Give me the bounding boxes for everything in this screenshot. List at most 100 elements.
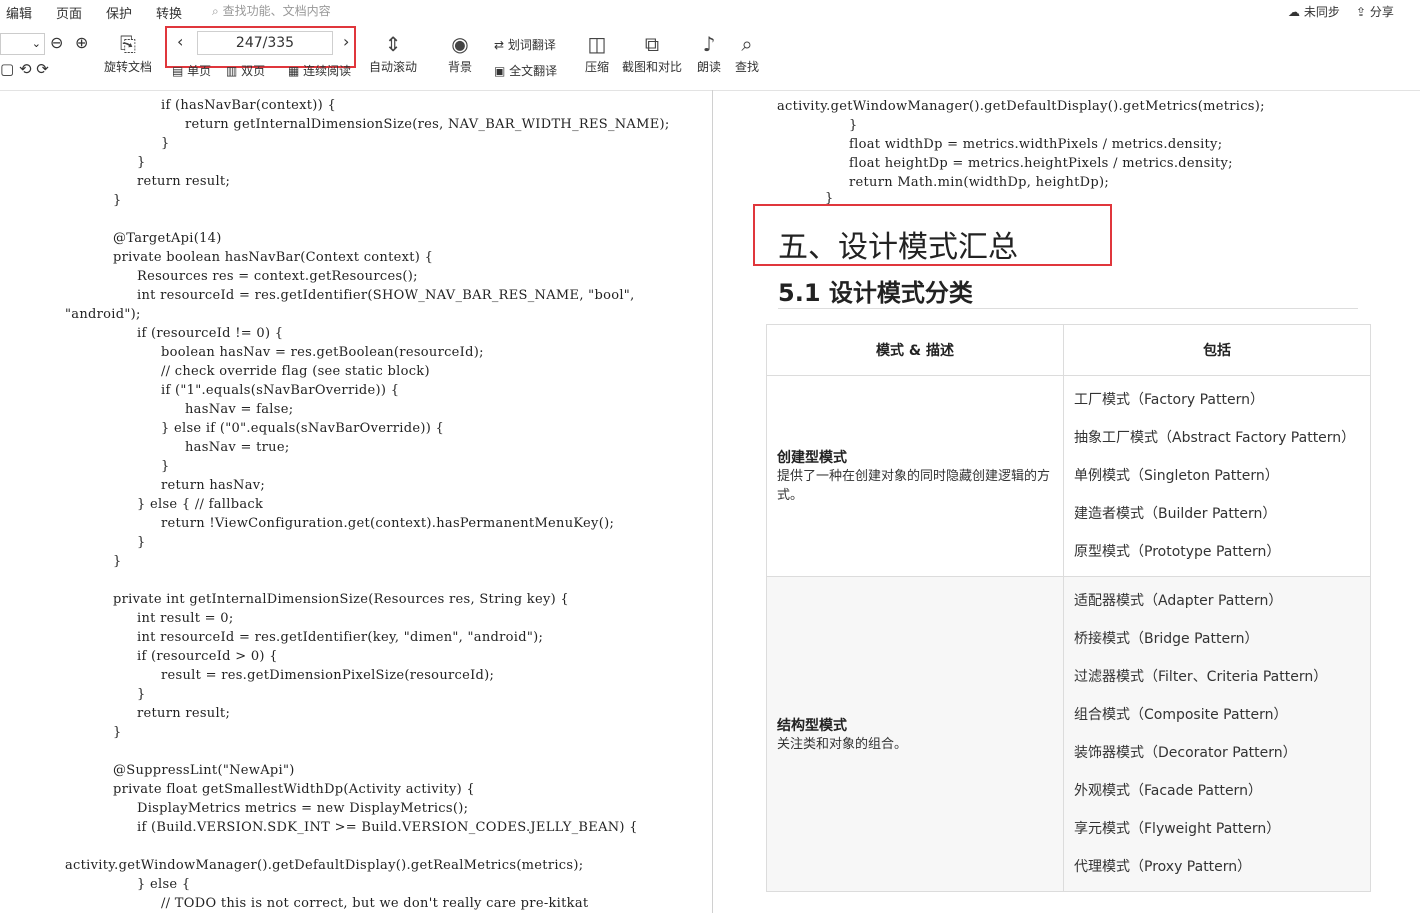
screenshot-compare-label: 截图和对比 <box>622 60 683 74</box>
code-line: return getInternalDimensionSize(res, NAV… <box>185 117 670 132</box>
page-divider <box>712 90 713 913</box>
rotate-doc-label: 旋转文档 <box>104 60 153 74</box>
group-title: 结构型模式 <box>777 717 847 734</box>
double-page-label: 双页 <box>241 64 266 78</box>
read-aloud-button[interactable]: ♪ 朗读 <box>697 32 721 75</box>
double-page-button[interactable]: ▥ 双页 <box>226 62 265 79</box>
pattern-item: 原型模式（Prototype Pattern） <box>1074 544 1281 560</box>
compress-icon: ◫ <box>587 32 607 56</box>
code-line: } <box>137 155 146 170</box>
pattern-item: 组合模式（Composite Pattern） <box>1074 707 1288 723</box>
read-aloud-label: 朗读 <box>697 60 722 74</box>
code-line: return !ViewConfiguration.get(context).h… <box>161 516 615 531</box>
code-line: float heightDp = metrics.heightPixels / … <box>849 156 1233 171</box>
group-title: 创建型模式 <box>777 450 847 466</box>
code-line: int resourceId = res.getIdentifier(SHOW_… <box>137 288 635 303</box>
background-label: 背景 <box>448 60 473 74</box>
share-icon: ⇪ <box>1356 5 1367 19</box>
full-translate-button[interactable]: ▣ 全文翻译 <box>494 62 557 79</box>
code-line: if (resourceId > 0) { <box>137 649 278 664</box>
group-description: 关注类和对象的组合。 <box>777 736 908 752</box>
magnifier-icon: ⌕ <box>741 32 753 56</box>
code-line: if ("1".equals(sNavBarOverride)) { <box>161 383 400 398</box>
menu-page[interactable]: 页面 <box>56 3 82 22</box>
table-row: 创建型模式 提供了一种在创建对象的同时隐藏创建逻辑的方式。 工厂模式（Facto… <box>766 375 1371 577</box>
code-line: // check override flag (see static block… <box>161 364 430 379</box>
toolbar: 编辑 页面 保护 转换 ⌕ 查找功能、文档内容 ☁ 未同步 ⇪ 分享 ⌄ ⊖ ⊕… <box>0 0 1420 91</box>
left-page: if (hasNavBar(context)) { return getInte… <box>0 90 712 913</box>
pattern-item: 外观模式（Facade Pattern） <box>1074 783 1262 799</box>
header-mode-description: 模式 & 描述 <box>766 324 1064 376</box>
zoom-in-icon[interactable]: ⊕ <box>75 33 88 52</box>
sync-status[interactable]: ☁ 未同步 <box>1288 3 1340 20</box>
pattern-item: 适配器模式（Adapter Pattern） <box>1074 593 1283 609</box>
code-line: DisplayMetrics metrics = new DisplayMetr… <box>137 801 469 816</box>
code-line: return result; <box>137 174 231 189</box>
menu-convert[interactable]: 转换 <box>156 3 182 22</box>
group-description: 提供了一种在创建对象的同时隐藏创建逻辑的方式。 <box>777 469 1051 503</box>
share-button[interactable]: ⇪ 分享 <box>1356 3 1394 20</box>
code-line: if (hasNavBar(context)) { <box>161 98 337 113</box>
code-line: } else { <box>137 877 191 892</box>
auto-scroll-button[interactable]: ⇕ 自动滚动 <box>369 32 417 75</box>
rotate-doc-button[interactable]: ⎘ 旋转文档 <box>104 32 152 75</box>
menu-edit[interactable]: 编辑 <box>6 3 32 22</box>
single-page-button[interactable]: ▤ 单页 <box>172 62 211 79</box>
section-subheading: 5.1 设计模式分类 <box>778 279 973 307</box>
continuous-read-button[interactable]: ▦ 连续阅读 <box>288 62 351 79</box>
code-line: hasNav = true; <box>185 440 290 455</box>
screenshot-icon: ⧉ <box>644 32 660 56</box>
pattern-item: 过滤器模式（Filter、Criteria Pattern） <box>1074 669 1328 685</box>
pattern-item: 建造者模式（Builder Pattern） <box>1074 506 1277 522</box>
pattern-item: 桥接模式（Bridge Pattern） <box>1074 631 1259 647</box>
code-line: return hasNav; <box>161 478 266 493</box>
word-translate-button[interactable]: ⇄ 划词翻译 <box>494 36 556 53</box>
code-line: boolean hasNav = res.getBoolean(resource… <box>161 345 484 360</box>
search-placeholder: 查找功能、文档内容 <box>222 4 331 18</box>
search-box[interactable]: ⌕ 查找功能、文档内容 <box>212 2 331 19</box>
code-line: return Math.min(widthDp, heightDp); <box>849 175 1109 190</box>
zoom-select[interactable]: ⌄ <box>0 33 45 55</box>
background-button[interactable]: ◉ 背景 <box>448 32 472 75</box>
eye-icon: ◉ <box>451 32 469 56</box>
code-line: } else { // fallback <box>137 497 264 512</box>
code-line: } else if ("0".equals(sNavBarOverride)) … <box>161 421 445 436</box>
double-page-icon: ▥ <box>226 64 238 78</box>
word-translate-label: 划词翻译 <box>507 38 556 52</box>
zoom-out-icon[interactable]: ⊖ <box>50 33 63 52</box>
code-line: result = res.getDimensionPixelSize(resou… <box>161 668 495 683</box>
pattern-item: 单例模式（Singleton Pattern） <box>1074 468 1279 484</box>
code-line: return result; <box>137 706 231 721</box>
code-line: Resources res = context.getResources(); <box>137 269 418 284</box>
screenshot-compare-button[interactable]: ⧉ 截图和对比 <box>622 32 682 75</box>
code-line: // TODO this is not correct, but we don'… <box>161 896 589 911</box>
menu-protect[interactable]: 保护 <box>106 3 132 22</box>
single-page-label: 单页 <box>187 64 212 78</box>
code-line: } <box>849 118 858 133</box>
code-line: } <box>113 554 122 569</box>
code-line: private float getSmallestWidthDp(Activit… <box>113 782 476 797</box>
rotate-doc-icon: ⎘ <box>120 32 136 56</box>
code-line: } <box>113 725 122 740</box>
auto-scroll-icon: ⇕ <box>384 32 402 56</box>
code-line: @SuppressLint("NewApi") <box>113 763 295 778</box>
code-line: float widthDp = metrics.widthPixels / me… <box>849 137 1223 152</box>
code-line: @TargetApi(14) <box>113 231 222 246</box>
pattern-item: 享元模式（Flyweight Pattern） <box>1074 821 1281 837</box>
find-button[interactable]: ⌕ 查找 <box>735 32 759 75</box>
code-line: private boolean hasNavBar(Context contex… <box>113 250 434 265</box>
code-line: "android"); <box>65 307 141 322</box>
compress-label: 压缩 <box>585 60 610 74</box>
code-line: activity.getWindowManager().getDefaultDi… <box>777 99 1265 114</box>
full-translate-label: 全文翻译 <box>509 64 558 78</box>
full-translate-icon: ▣ <box>494 64 506 78</box>
code-line: int result = 0; <box>137 611 234 626</box>
compress-button[interactable]: ◫ 压缩 <box>585 32 609 75</box>
translate-icon: ⇄ <box>494 38 505 52</box>
auto-scroll-label: 自动滚动 <box>369 60 418 74</box>
continuous-read-icon: ▦ <box>288 64 300 78</box>
rotate-tools-icon[interactable]: ▢ ⟲ ⟳ <box>0 60 49 78</box>
code-line: int resourceId = res.getIdentifier(key, … <box>137 630 544 645</box>
code-line: } <box>137 687 146 702</box>
code-line: hasNav = false; <box>185 402 294 417</box>
